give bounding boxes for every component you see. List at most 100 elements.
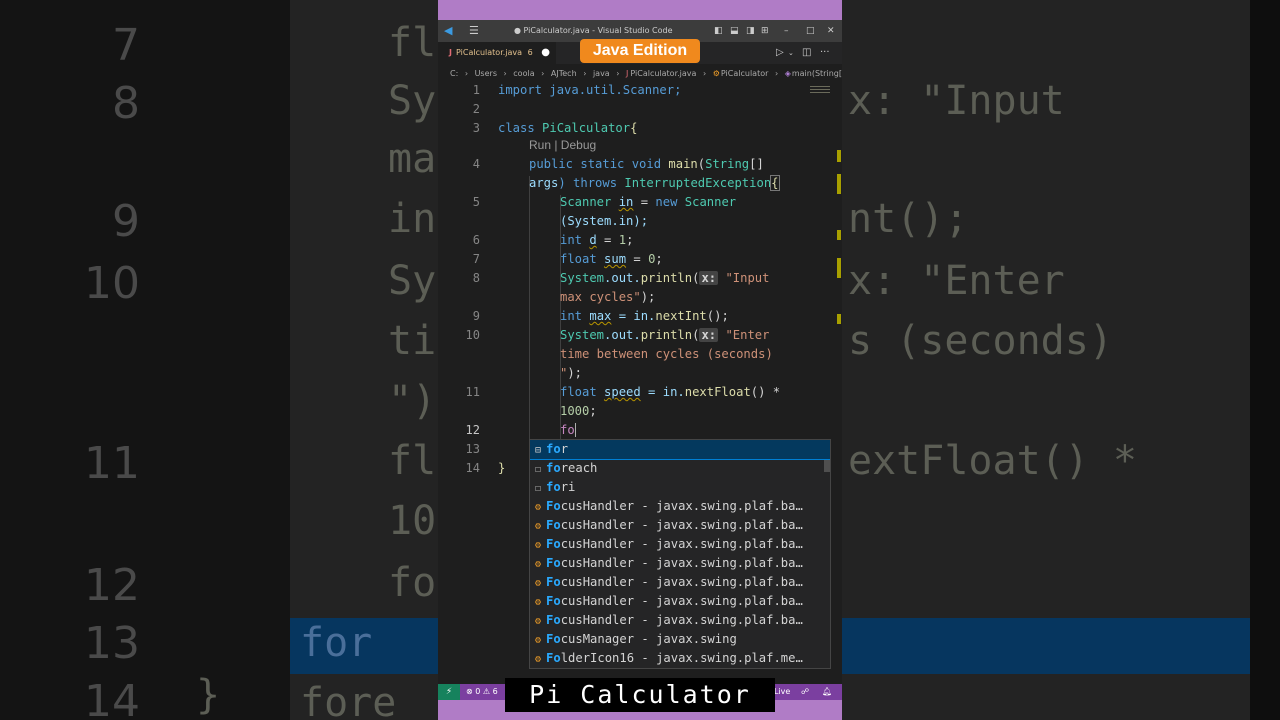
split-editor-icon[interactable]: ◫ — [802, 42, 811, 64]
class-icon: ⚙ — [534, 540, 542, 551]
maximize-icon[interactable]: □ — [806, 20, 815, 42]
code-line: } — [498, 461, 506, 475]
background-code: s (seconds) — [848, 318, 1113, 364]
background-code: extFloat() * — [848, 438, 1137, 484]
line-number: 4 — [472, 157, 480, 171]
breadcrumb-item[interactable]: C: — [450, 69, 458, 78]
suggestion-item[interactable]: ☐ fori — [530, 478, 830, 497]
warning-marker — [837, 314, 841, 324]
chevron-down-icon[interactable]: ⌄ — [788, 42, 794, 64]
more-actions-icon[interactable]: ··· — [820, 42, 830, 64]
indent-guide — [529, 176, 530, 462]
warning-marker — [837, 258, 841, 278]
tab-problem-count: 6 — [527, 48, 533, 57]
code-line: float speed = in.nextFloat() * — [560, 385, 781, 399]
suggestion-item[interactable]: ⚙ FocusHandler - javax.swing.plaf.ba… — [530, 592, 830, 611]
class-icon: ⚙ — [534, 597, 542, 608]
chevron-right-icon: › — [541, 69, 545, 78]
class-icon: ⚙ — [534, 635, 542, 646]
codelens-run-debug[interactable]: Run | Debug — [529, 138, 596, 152]
line-number: 2 — [472, 102, 480, 116]
toggle-secondary-sidebar-icon[interactable]: ◨ — [746, 20, 755, 42]
breadcrumb-item[interactable]: java — [593, 69, 610, 78]
suggestion-item[interactable]: ⚙ FocusHandler - javax.swing.plaf.ba… — [530, 535, 830, 554]
code-line: (System.in); — [560, 214, 649, 228]
edition-badge: Java Edition — [580, 39, 700, 63]
chevron-right-icon: › — [503, 69, 507, 78]
breadcrumb-item[interactable]: main(String[]) — [792, 69, 842, 78]
code-line: 1000; — [560, 404, 597, 418]
background-line-number: 7 — [112, 20, 140, 71]
suggestion-item[interactable]: ⚙ FocusManager - javax.swing — [530, 630, 830, 649]
toggle-panel-icon[interactable]: ⬓ — [730, 20, 739, 42]
customize-layout-icon[interactable]: ⊞ — [761, 20, 769, 42]
editor-scrollbar[interactable] — [835, 82, 842, 684]
suggestion-item[interactable]: ⚙ FocusHandler - javax.swing.plaf.ba… — [530, 497, 830, 516]
line-number: 9 — [472, 309, 480, 323]
line-number: 11 — [465, 385, 480, 399]
java-file-icon: J — [449, 48, 452, 57]
line-number: 12 — [465, 423, 480, 437]
suggest-widget: ⊟ for ☐ foreach ☐ fori ⚙ FocusHandler - java… — [529, 439, 831, 669]
background-code: ") — [388, 378, 437, 424]
close-icon[interactable]: ✕ — [827, 20, 835, 42]
tab-label: PiCalculator.java — [455, 48, 523, 57]
warning-marker — [837, 174, 841, 194]
problems-status[interactable]: ⊗ 0 ⚠ 6 — [466, 684, 498, 700]
background-code: } — [196, 672, 221, 718]
remote-icon[interactable]: ⚡ — [438, 684, 460, 700]
warning-marker — [837, 230, 841, 240]
breadcrumb-item[interactable]: PiCalculator.java — [630, 69, 696, 78]
suggestion-item[interactable]: ⚙ FocusHandler - javax.swing.plaf.ba… — [530, 573, 830, 592]
chevron-right-icon: › — [464, 69, 469, 78]
inlay-hint: x: — [699, 271, 719, 285]
background-code: fo — [388, 560, 437, 606]
breadcrumb-item[interactable]: Users — [475, 69, 497, 78]
minimize-icon[interactable]: – — [784, 20, 789, 42]
method-icon: ◈ — [784, 69, 791, 78]
line-number: 6 — [472, 233, 480, 247]
suggestion-item[interactable]: ☐ foreach — [530, 459, 830, 478]
bell-icon[interactable]: 🔔︎ — [822, 684, 832, 700]
background-code: Sy — [388, 78, 437, 124]
toggle-sidebar-icon[interactable]: ◧ — [714, 20, 723, 42]
code-line: args) throws InterruptedException{ — [529, 175, 780, 191]
code-line: time between cycles (seconds) — [560, 347, 773, 361]
background-code: fore — [300, 680, 397, 720]
line-number: 8 — [472, 271, 480, 285]
class-icon: ⚙ — [534, 578, 542, 589]
line-number: 1 — [472, 83, 480, 97]
class-icon: ⚙ — [534, 521, 542, 532]
breadcrumb-item[interactable]: PiCalculator — [721, 69, 769, 78]
account-icon[interactable]: ☍ — [801, 684, 809, 700]
tab-picalculator[interactable]: J PiCalculator.java 6 ● — [438, 42, 556, 64]
unsaved-dot-icon[interactable]: ● — [541, 42, 550, 64]
suggestion-item[interactable]: ⚙ FocusHandler - javax.swing.plaf.ba… — [530, 516, 830, 535]
line-number: 7 — [472, 252, 480, 266]
line-number: 10 — [465, 328, 480, 342]
hamburger-menu-icon[interactable]: ☰ — [469, 24, 479, 38]
background-code: for — [300, 620, 373, 666]
warning-marker — [837, 150, 841, 162]
breadcrumb-item[interactable]: coola — [513, 69, 534, 78]
breadcrumb-item[interactable]: AJTech — [551, 69, 577, 78]
live-share-status[interactable]: Live — [774, 684, 790, 700]
suggestion-item[interactable]: ⊟ for — [530, 440, 830, 460]
error-icon: ⊗ — [466, 687, 473, 696]
background-line-number: 11 — [84, 438, 140, 489]
code-line: System.out.println(x: "Enter — [560, 328, 770, 342]
run-icon[interactable]: ▷ — [776, 42, 784, 64]
background-code: nt(); — [848, 196, 969, 242]
background-line-number: 9 — [112, 196, 140, 247]
video-caption: Pi Calculator — [505, 678, 775, 712]
minimap[interactable] — [810, 86, 830, 98]
background-code: fl — [388, 20, 437, 66]
suggestion-item[interactable]: ⚙ FocusHandler - javax.swing.plaf.ba… — [530, 554, 830, 573]
chevron-right-icon: › — [702, 69, 707, 78]
class-icon: ⚙ — [712, 69, 720, 78]
warning-icon: ⚠ — [482, 687, 491, 696]
suggestion-item[interactable]: ⚙ FolderIcon16 - javax.swing.plaf.me… — [530, 649, 830, 668]
code-line: System.out.println(x: "Input — [560, 271, 770, 285]
suggestion-item[interactable]: ⚙ FocusHandler - javax.swing.plaf.ba… — [530, 611, 830, 630]
line-number: 14 — [465, 461, 480, 475]
